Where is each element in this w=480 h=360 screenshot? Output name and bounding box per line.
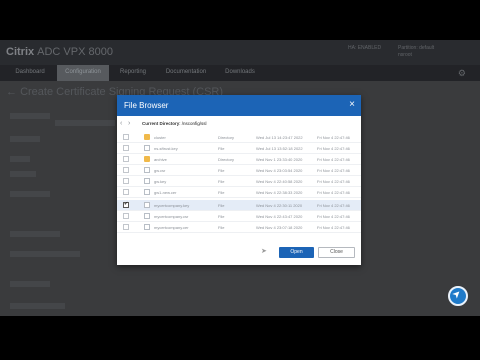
file-size: Fri Nov 4 22:47:46 [317,135,350,140]
file-name: gw.key [154,179,167,184]
directory-label: Current Directory [142,121,180,126]
file-modified: Wed Nov 4 22:38:33 2020 [256,190,303,195]
file-modified: Wed Nov 4 22:30:11 2020 [256,203,303,208]
file-icon [144,224,150,230]
current-directory: Current Directory: /nsconfig/ssl [142,121,207,126]
file-row[interactable]: mycertcompany.cer File Wed Nov 4 23:07:1… [117,222,361,233]
file-modified: Wed Jul 13 14:23:47 2022 [256,135,303,140]
file-icon [144,202,150,208]
file-size: Fri Nov 4 22:47:46 [317,225,350,230]
directory-bar: ‹ › Current Directory: /nsconfig/ssl [117,120,361,130]
file-icon [144,145,150,151]
row-checkbox[interactable] [123,145,129,151]
file-modified: Wed Nov 1 23:33:40 2020 [256,157,303,162]
file-name: mycertcompany.cer [154,225,189,230]
open-button[interactable]: Open [279,247,314,258]
file-type: File [218,225,225,230]
video-frame: Citrix ADC VPX 8000 HA: ENABLED Partition… [0,0,480,360]
letterbox-bottom [0,316,480,360]
letterbox-top [0,0,480,40]
file-list: cluster Directory Wed Jul 13 14:23:47 20… [117,132,361,244]
file-size: Fri Nov 4 22:47:46 [317,214,350,219]
row-checkbox[interactable] [123,189,129,195]
row-checkbox[interactable] [123,224,129,230]
back-arrow-icon[interactable]: ‹ [120,120,122,127]
close-icon[interactable]: × [349,99,355,111]
file-size: Fri Nov 4 22:47:46 [317,190,350,195]
row-checkbox[interactable] [123,156,129,162]
file-row[interactable]: cluster Directory Wed Jul 13 14:23:47 20… [117,132,361,143]
navigation-arrow-icon: ➤ [450,287,465,302]
file-type: File [218,203,225,208]
file-name: mycertcompany.csr [154,214,189,219]
file-row[interactable]: gw.key File Wed Nov 4 22:40:58 2020 Fri … [117,176,361,187]
file-type: File [218,168,225,173]
row-checkbox[interactable] [123,178,129,184]
mouse-cursor-icon: ➤ [261,248,267,255]
row-checkbox[interactable] [123,167,129,173]
file-name: gw1-new.cer [154,190,177,195]
file-row[interactable]: gw1-new.cer File Wed Nov 4 22:38:33 2020… [117,187,361,198]
file-row[interactable]: ns-sftrust.key File Wed Jul 13 13:52:18 … [117,143,361,154]
file-size: Fri Nov 4 22:47:46 [317,168,350,173]
directory-path: /nsconfig/ssl [181,121,207,126]
file-modified: Wed Nov 4 23:03:54 2020 [256,168,303,173]
file-name: mycertcompany.key [154,203,190,208]
close-button[interactable]: Close [318,247,355,258]
checkmark-icon: ✔ [124,201,129,207]
help-fab-button[interactable]: ➤ [448,286,468,306]
file-modified: Wed Nov 4 23:07:18 2020 [256,225,303,230]
file-name: ns-sftrust.key [154,146,178,151]
dialog-title: File Browser [124,101,169,110]
file-size: Fri Nov 4 22:47:46 [317,157,350,162]
file-type: File [218,190,225,195]
file-size: Fri Nov 4 22:47:46 [317,146,350,151]
file-size: Fri Nov 4 22:47:46 [317,203,350,208]
forward-arrow-icon[interactable]: › [128,120,130,127]
row-checkbox-checked[interactable]: ✔ [123,201,129,208]
file-icon [144,189,150,195]
file-icon [144,178,150,184]
folder-icon [144,134,150,140]
file-modified: Wed Nov 4 22:43:47 2020 [256,214,303,219]
file-name: cluster [154,135,166,140]
file-size: Fri Nov 4 22:47:46 [317,179,350,184]
file-icon [144,167,150,173]
file-row[interactable]: archive Directory Wed Nov 1 23:33:40 202… [117,154,361,165]
file-name: gw.csr [154,168,166,173]
row-checkbox[interactable] [123,213,129,219]
file-name: archive [154,157,167,162]
file-type: File [218,146,225,151]
file-modified: Wed Jul 13 13:52:18 2022 [256,146,303,151]
file-browser-dialog: File Browser × ‹ › Current Directory: /n… [117,95,361,265]
file-modified: Wed Nov 4 22:40:58 2020 [256,179,303,184]
dialog-header: File Browser × [117,95,361,116]
file-type: File [218,179,225,184]
file-type: File [218,214,225,219]
file-type: Directory [218,157,235,162]
file-icon [144,213,150,219]
row-checkbox[interactable] [123,134,129,140]
file-row-selected[interactable]: ✔ mycertcompany.key File Wed Nov 4 22:30… [117,200,361,211]
file-row[interactable]: gw.csr File Wed Nov 4 23:03:54 2020 Fri … [117,165,361,176]
folder-icon [144,156,150,162]
file-row[interactable]: mycertcompany.csr File Wed Nov 4 22:43:4… [117,211,361,222]
file-type: Directory [218,135,235,140]
